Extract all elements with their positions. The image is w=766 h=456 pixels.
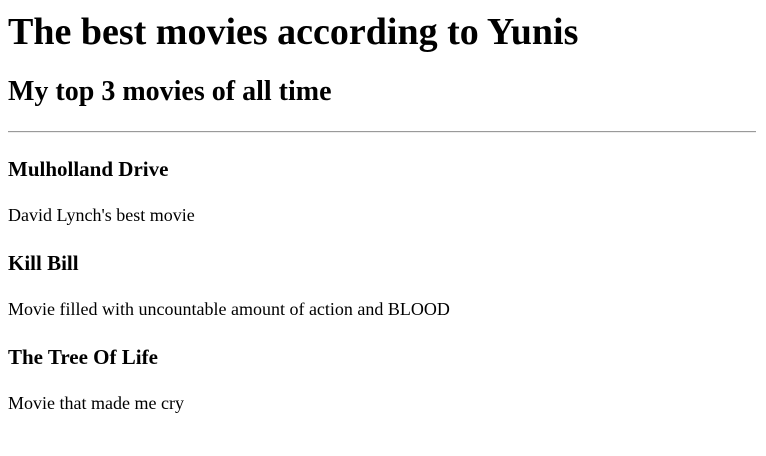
divider bbox=[8, 131, 756, 134]
movie-description: David Lynch's best movie bbox=[8, 205, 195, 226]
movie-title: Kill Bill bbox=[8, 250, 79, 275]
movie-description: Movie that made me cry bbox=[8, 392, 184, 413]
movie-item: The Tree Of Life Movie that made me cry bbox=[8, 345, 758, 415]
page-title: The best movies according to Yunis bbox=[8, 11, 579, 53]
movie-title: The Tree Of Life bbox=[8, 344, 158, 369]
page-body: { "page": { "title": "The best movies ac… bbox=[0, 10, 766, 456]
movie-title: Mulholland Drive bbox=[8, 157, 169, 182]
movie-item: Kill Bill Movie filled with uncountable … bbox=[8, 251, 758, 321]
movie-description: Movie filled with uncountable amount of … bbox=[8, 299, 450, 320]
movie-item: Mulholland Drive David Lynch's best movi… bbox=[8, 157, 758, 227]
page-subtitle: My top 3 movies of all time bbox=[8, 75, 332, 107]
